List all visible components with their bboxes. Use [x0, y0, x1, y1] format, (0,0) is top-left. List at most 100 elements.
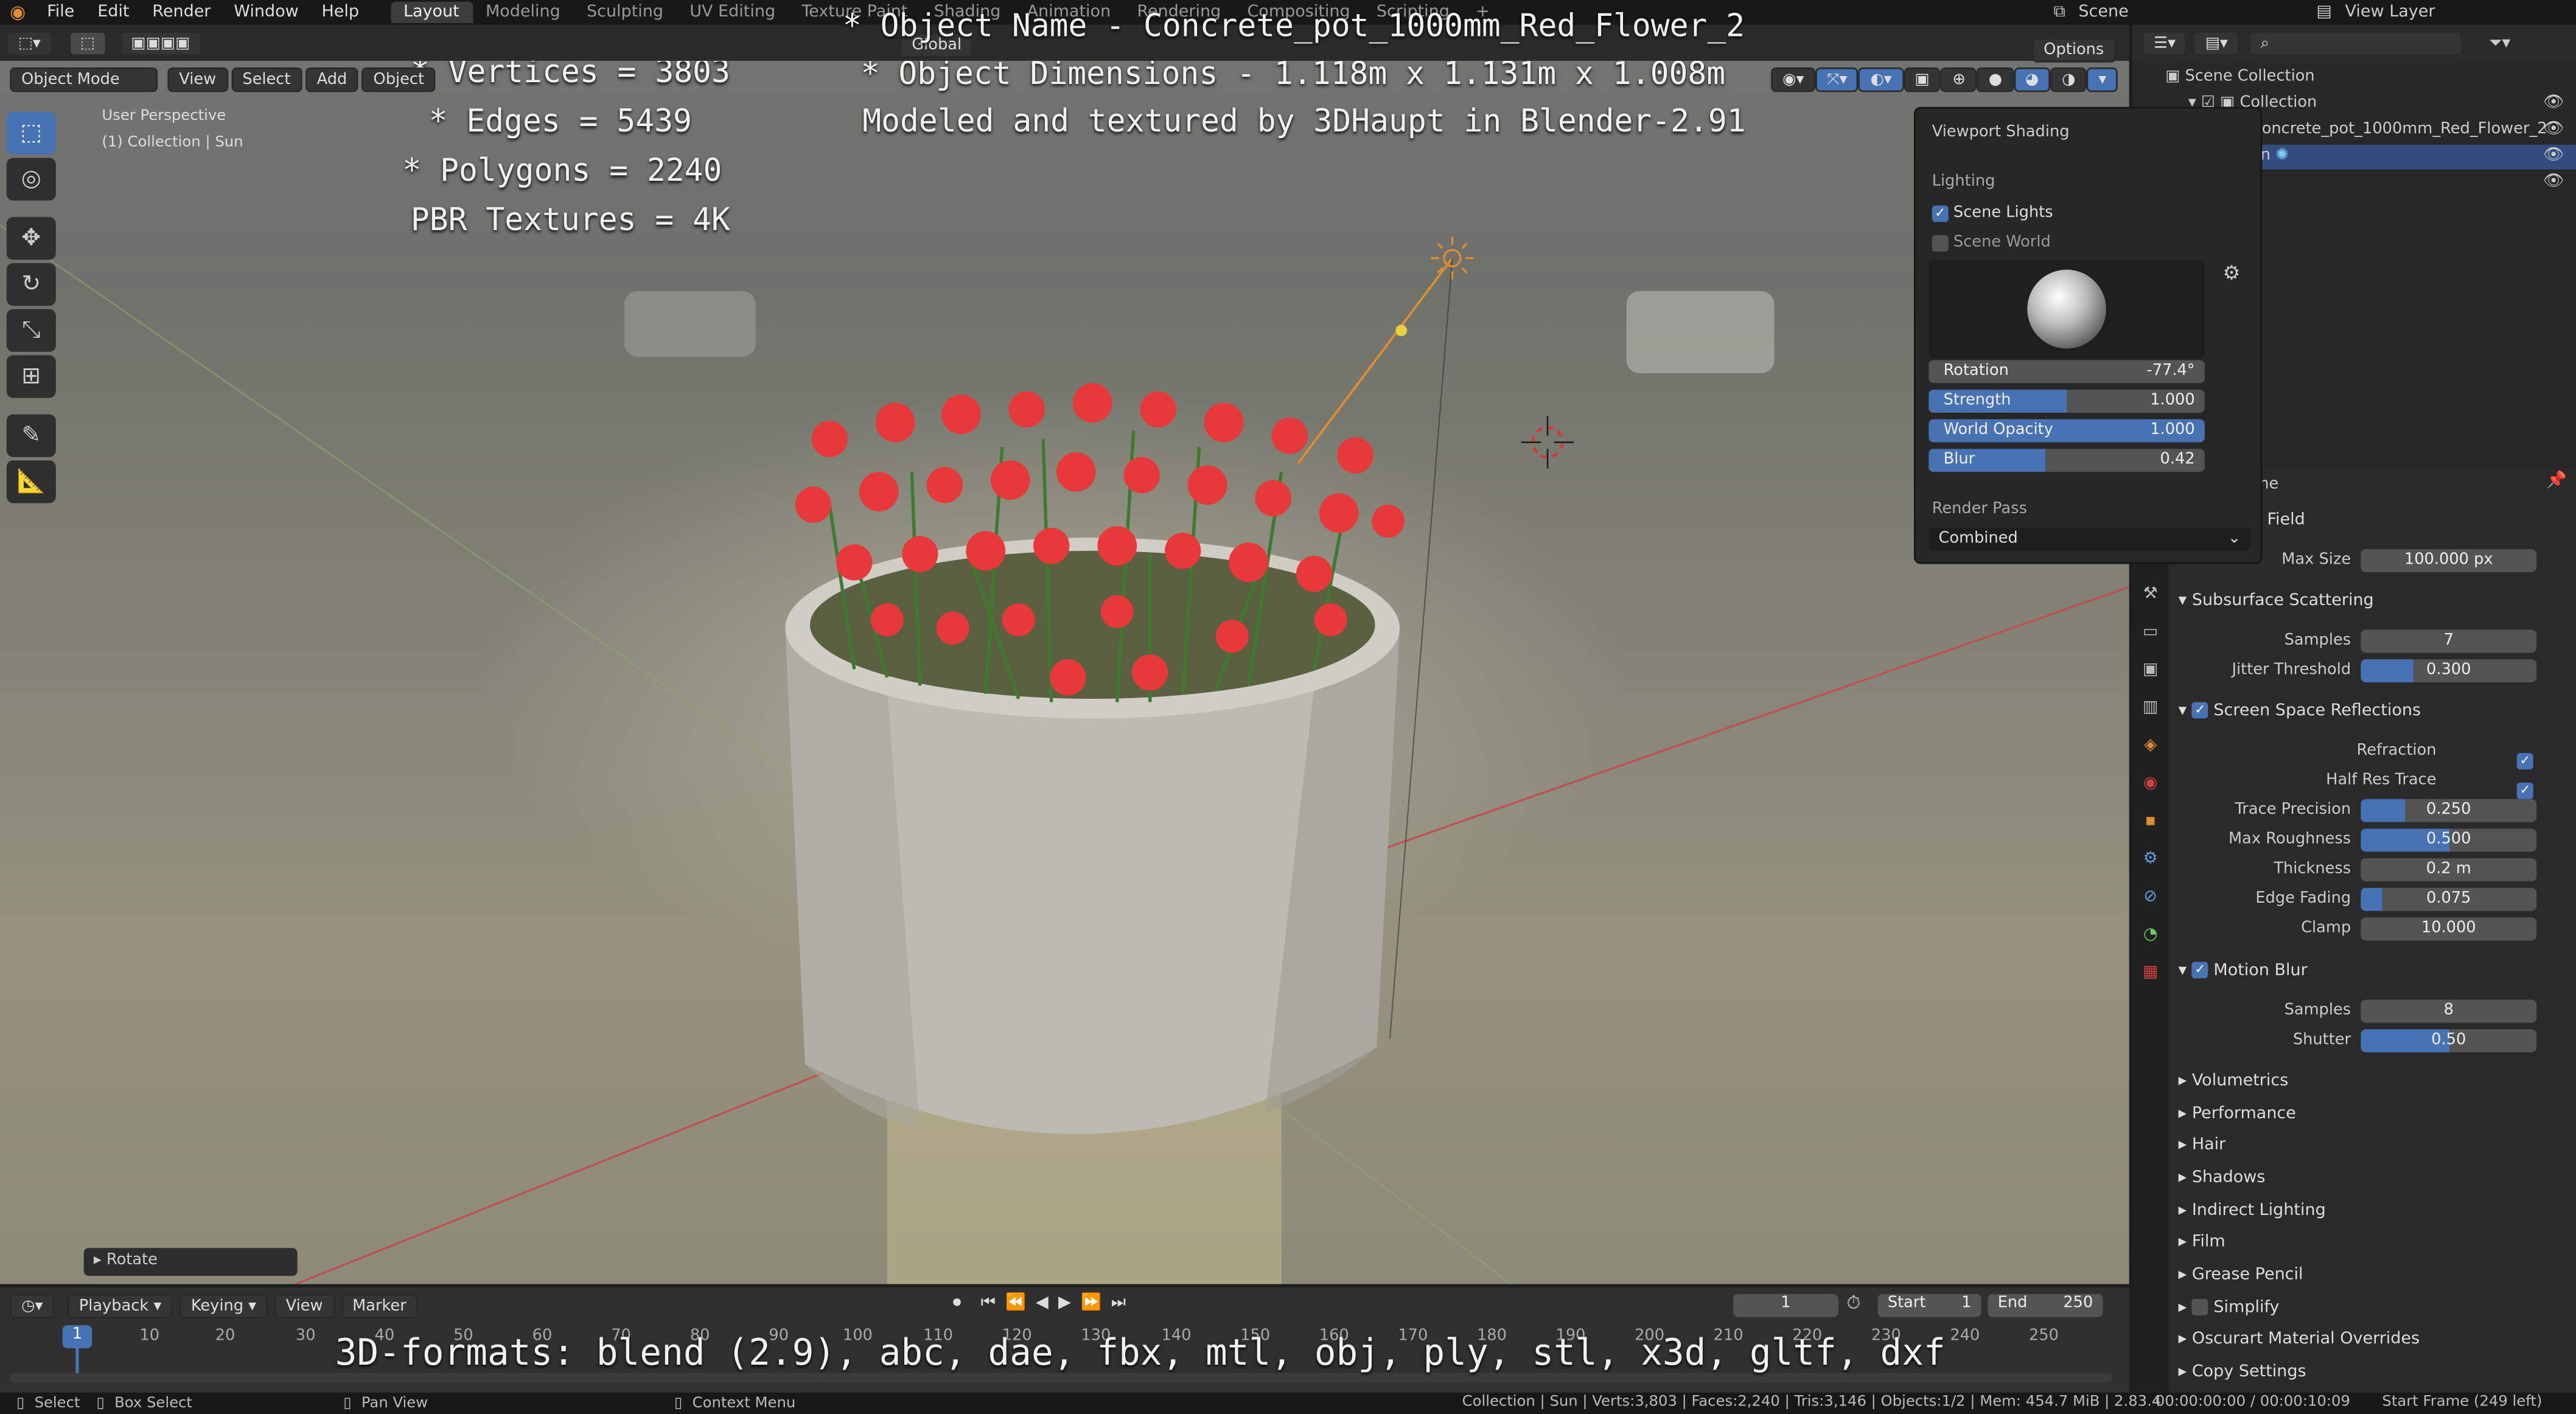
shading-options-icon[interactable]: ▾	[2087, 66, 2118, 91]
thickness-field[interactable]: 0.2 m	[2361, 858, 2537, 881]
scene-lights-checkbox[interactable]: ✓ Scene Lights	[1932, 204, 2053, 222]
solid-shading-icon[interactable]: ●	[1977, 66, 2014, 91]
menu-marker[interactable]: Marker	[341, 1293, 418, 1318]
view-layer-selector[interactable]: ▤ View Layer	[2316, 0, 2435, 25]
rotate-tool-icon[interactable]: ↻	[6, 263, 56, 306]
stopwatch-icon[interactable]: ⏱	[1846, 1292, 1860, 1315]
measure-tool-icon[interactable]: 📐	[6, 460, 56, 503]
grease-pencil-panel[interactable]: ▸ Grease Pencil	[2179, 1266, 2303, 1284]
rotation-slider[interactable]: Rotation -77.4°	[1929, 360, 2205, 383]
material-shading-icon[interactable]: ◕	[2014, 66, 2051, 91]
ssr-panel-header[interactable]: ▾ ✓ Screen Space Reflections	[2179, 702, 2421, 720]
max-roughness-field[interactable]: 0.500	[2361, 828, 2537, 852]
view-layer-tab-icon[interactable]: ▥	[2132, 689, 2168, 727]
next-keyframe-icon[interactable]: ⏩	[1081, 1294, 1101, 1312]
options-dropdown[interactable]: Options	[2032, 30, 2116, 63]
gear-icon[interactable]: ⚙	[2223, 261, 2241, 284]
object-mode-dropdown[interactable]: Object Mode	[10, 66, 158, 91]
filter-icon[interactable]: ⏷▾	[2489, 33, 2510, 52]
scene-collection-row[interactable]: ▣ Scene Collection	[2165, 68, 2315, 86]
overlay-icon[interactable]: ◐▾	[1859, 66, 1904, 91]
hdri-sphere[interactable]	[2027, 269, 2106, 349]
simplify-panel[interactable]: ▸ Simplify	[2179, 1298, 2280, 1317]
performance-panel[interactable]: ▸ Performance	[2179, 1105, 2296, 1123]
menu-add[interactable]: Add	[305, 66, 359, 91]
cursor-tool-icon[interactable]: ◎	[6, 158, 56, 201]
search-icon[interactable]: ⌕	[2249, 30, 2463, 55]
sss-panel-header[interactable]: ▾ Subsurface Scattering	[2179, 592, 2374, 610]
jump-end-icon[interactable]: ⏭	[1111, 1294, 1126, 1312]
edge-fading-field[interactable]: 0.075	[2361, 887, 2537, 911]
volumetrics-panel[interactable]: ▸ Volumetrics	[2179, 1072, 2289, 1090]
outliner-editor-icon[interactable]: ☰▾	[2142, 30, 2187, 55]
hdri-preview-panel[interactable]	[1929, 259, 2205, 359]
menu-keying[interactable]: Keying ▾	[179, 1293, 268, 1318]
pin-icon[interactable]: 📌	[2546, 472, 2567, 490]
play-reverse-icon[interactable]: ◀	[1036, 1294, 1049, 1312]
end-frame-field[interactable]: End 250	[1988, 1293, 2103, 1317]
field-panel-header[interactable]: Field	[2267, 511, 2305, 530]
object-tab-icon[interactable]: ▪	[2132, 802, 2168, 840]
3d-viewport[interactable]: User Perspective (1) Collection | Sun ⬚ …	[0, 60, 2129, 1284]
tab-modeling[interactable]: Modeling	[472, 2, 573, 23]
shadows-panel[interactable]: ▸ Shadows	[2179, 1169, 2266, 1188]
menu-playback[interactable]: Playback ▾	[67, 1293, 173, 1318]
editor-type-icon[interactable]: ⬚▾	[6, 30, 52, 55]
menu-edit[interactable]: Edit	[86, 3, 141, 21]
menu-select[interactable]: Select	[231, 66, 302, 91]
trace-precision-field[interactable]: 0.250	[2361, 799, 2537, 822]
texture-tab-icon[interactable]: ▦	[2132, 954, 2168, 992]
tab-sculpting[interactable]: Sculpting	[573, 2, 676, 23]
sun-handle[interactable]	[1395, 324, 1408, 337]
clamp-field[interactable]: 10.000	[2361, 917, 2537, 941]
refraction-checkbox[interactable]: ✓	[2516, 743, 2533, 774]
visibility-icon[interactable]: ◉▾	[1771, 66, 1816, 91]
select-tool-icon[interactable]: ⬚	[68, 30, 106, 55]
wireframe-shading-icon[interactable]: ⊕	[1941, 66, 1977, 91]
menu-view[interactable]: View	[167, 66, 228, 91]
menu-render[interactable]: Render	[141, 3, 222, 21]
menu-timeline-view[interactable]: View	[274, 1293, 335, 1318]
rendered-shading-icon[interactable]: ◑	[2050, 66, 2087, 91]
tool-tab-icon[interactable]: ⚒	[2132, 575, 2168, 613]
object-row[interactable]: ▸ △ Concrete_pot_1000mm_Red_Flower_2	[2221, 120, 2547, 138]
timeline-editor-icon[interactable]: ◷▾	[10, 1293, 55, 1318]
mb-samples-field[interactable]: 8	[2361, 999, 2537, 1023]
gizmo-icon[interactable]: ⤧▾	[1815, 66, 1859, 91]
jitter-threshold-field[interactable]: 0.300	[2361, 659, 2537, 682]
xray-icon[interactable]: ▣	[1903, 66, 1941, 91]
record-icon[interactable]: ⏺	[953, 1294, 961, 1312]
render-tab-icon[interactable]: ▭	[2132, 614, 2168, 651]
playhead[interactable]: 1	[62, 1325, 92, 1348]
play-icon[interactable]: ▶	[1058, 1294, 1071, 1312]
shutter-field[interactable]: 0.50	[2361, 1029, 2537, 1052]
max-size-field[interactable]: 100.000 px	[2361, 549, 2537, 573]
scene-tab-icon[interactable]: ◈	[2132, 727, 2168, 765]
3d-cursor-icon[interactable]	[1521, 416, 1574, 469]
start-frame-field[interactable]: Start 1	[1877, 1293, 1981, 1317]
oscurart-panel[interactable]: ▸ Oscurart Material Overrides	[2179, 1330, 2420, 1348]
current-frame-field[interactable]: 1	[1733, 1293, 1838, 1317]
sss-samples-field[interactable]: 7	[2361, 629, 2537, 653]
output-tab-icon[interactable]: ▣	[2132, 651, 2168, 689]
rotate-operator-panel[interactable]: ▸ Rotate	[83, 1248, 298, 1276]
data-tab-icon[interactable]: ◔	[2132, 916, 2168, 954]
select-mode-icons[interactable]: ▣▣▣▣	[119, 30, 202, 55]
jump-start-icon[interactable]: ⏮	[981, 1294, 996, 1312]
blur-slider[interactable]: Blur 0.42	[1929, 449, 2205, 472]
indirect-lighting-panel[interactable]: ▸ Indirect Lighting	[2179, 1202, 2326, 1220]
scene-selector[interactable]: ⧉ Scene	[2054, 0, 2129, 25]
menu-file[interactable]: File	[35, 3, 86, 21]
copy-settings-panel[interactable]: ▸ Copy Settings	[2179, 1363, 2306, 1381]
strength-slider[interactable]: Strength 1.000	[1929, 390, 2205, 413]
menu-window[interactable]: Window	[222, 3, 310, 21]
scale-tool-icon[interactable]: ⤡	[6, 309, 56, 352]
hair-panel[interactable]: ▸ Hair	[2179, 1136, 2226, 1155]
world-tab-icon[interactable]: ◉	[2132, 765, 2168, 802]
annotate-tool-icon[interactable]: ✎	[6, 414, 56, 457]
move-tool-icon[interactable]: ✥	[6, 217, 56, 260]
menu-help[interactable]: Help	[310, 3, 371, 21]
transform-tool-icon[interactable]: ⊞	[6, 355, 56, 398]
display-mode-icon[interactable]: ▤▾	[2193, 30, 2239, 55]
scene-world-checkbox[interactable]: Scene World	[1932, 234, 2051, 251]
